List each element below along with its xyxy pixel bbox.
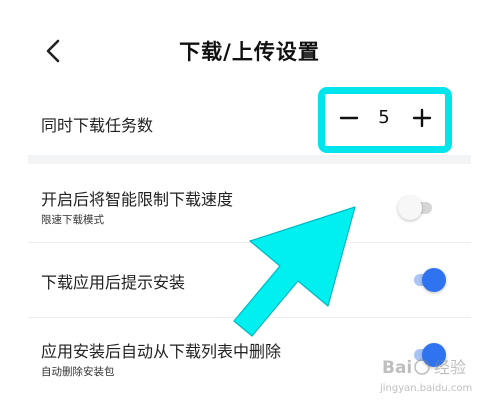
plus-icon <box>412 108 432 128</box>
download-upload-settings-screen: 下载/上传设置 同时下载任务数 5 开启后将智能限制下载速度 限速下载模式 下载… <box>0 0 499 405</box>
toggle-knob <box>398 196 422 220</box>
header-bar: 下载/上传设置 <box>0 0 499 100</box>
auto-delete-toggle[interactable] <box>410 343 446 367</box>
concurrent-downloads-label: 同时下载任务数 <box>41 116 154 135</box>
auto-delete-title: 应用安装后自动从下载列表中删除 <box>41 342 282 361</box>
toggle-knob <box>422 268 446 292</box>
decrement-button[interactable] <box>338 106 362 130</box>
minus-icon <box>339 116 359 120</box>
speed-limit-toggle[interactable] <box>398 196 434 220</box>
install-prompt-title: 下载应用后提示安装 <box>41 273 186 292</box>
toggle-knob <box>422 343 446 367</box>
section-divider <box>28 155 471 164</box>
install-prompt-toggle[interactable] <box>410 268 446 292</box>
concurrent-downloads-value: 5 <box>378 107 390 128</box>
page-title: 下载/上传设置 <box>179 40 320 64</box>
speed-limit-title: 开启后将智能限制下载速度 <box>41 190 234 209</box>
auto-delete-subtitle: 自动删除安装包 <box>41 366 115 378</box>
speed-limit-subtitle: 限速下载模式 <box>41 214 104 226</box>
increment-button[interactable] <box>410 106 434 130</box>
